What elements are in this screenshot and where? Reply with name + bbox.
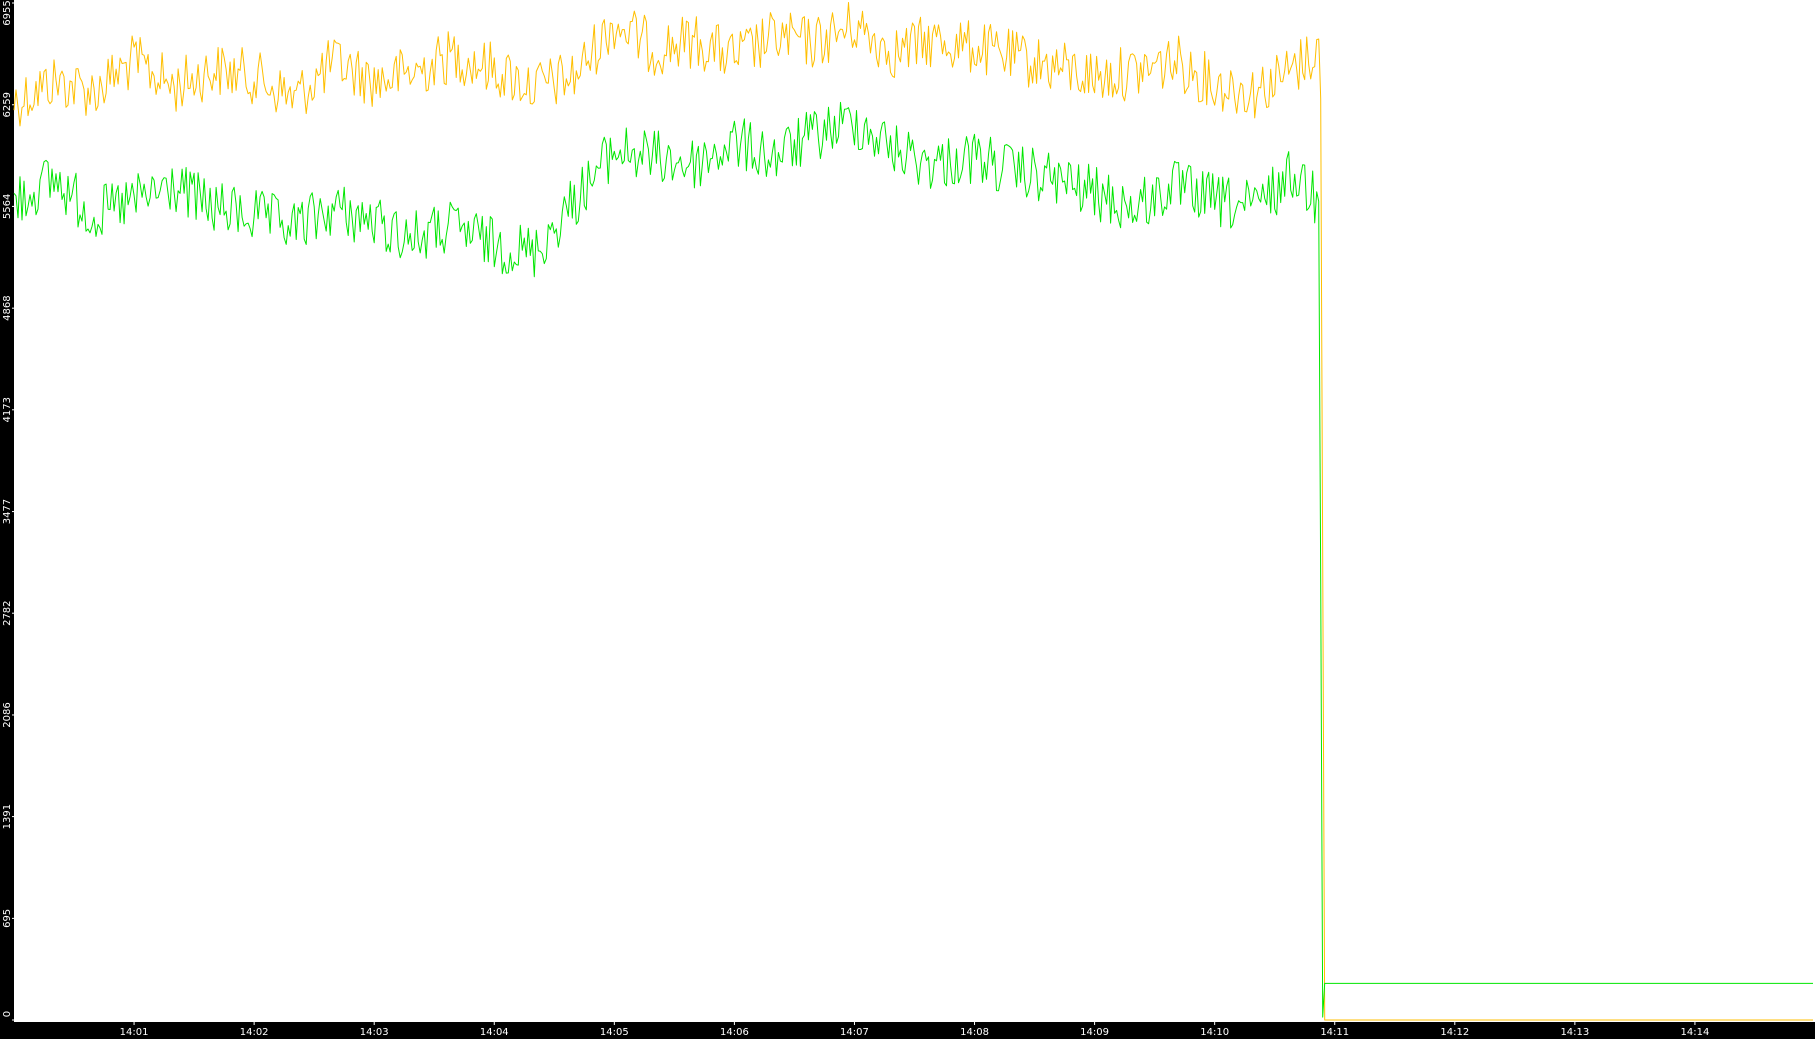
y-tick-label: 4868 (2, 295, 13, 320)
x-tick-label: 14:02 (240, 1027, 269, 1038)
y-tick-label: 2086 (2, 702, 13, 727)
x-axis-band (0, 1022, 1815, 1039)
x-tick-label: 14:11 (1320, 1027, 1349, 1038)
x-tick-label: 14:04 (480, 1027, 509, 1038)
x-tick-label: 14:03 (360, 1027, 389, 1038)
x-tick-label: 14:09 (1080, 1027, 1109, 1038)
x-tick-label: 14:14 (1681, 1027, 1710, 1038)
y-tick-label: 6955 (2, 0, 13, 25)
x-tick-label: 14:10 (1200, 1027, 1229, 1038)
x-tick-label: 14:07 (840, 1027, 869, 1038)
x-tick-label: 14:08 (960, 1027, 989, 1038)
x-tick-label: 14:05 (600, 1027, 629, 1038)
line-chart: 0 695 1391 2086 2782 3477 4173 4868 5564 6259 6955… (0, 0, 1815, 1039)
x-tick-label: 14:01 (120, 1027, 149, 1038)
y-tick-label: 4173 (2, 397, 13, 422)
y-tick-label: 695 (2, 909, 13, 928)
y-tick-label: 5564 (2, 194, 13, 219)
y-tick-label: 1391 (2, 804, 13, 829)
chart-container: 0 695 1391 2086 2782 3477 4173 4868 5564 6259 6955… (0, 0, 1815, 1039)
y-tick-label: 6259 (2, 92, 13, 117)
y-tick-label: 0 (2, 1011, 13, 1017)
y-tick-label: 2782 (2, 600, 13, 625)
plot-background (0, 0, 1815, 1039)
x-tick-label: 14:06 (720, 1027, 749, 1038)
x-tick-label: 14:13 (1560, 1027, 1589, 1038)
x-tick-label: 14:12 (1440, 1027, 1469, 1038)
y-tick-label: 3477 (2, 499, 13, 524)
